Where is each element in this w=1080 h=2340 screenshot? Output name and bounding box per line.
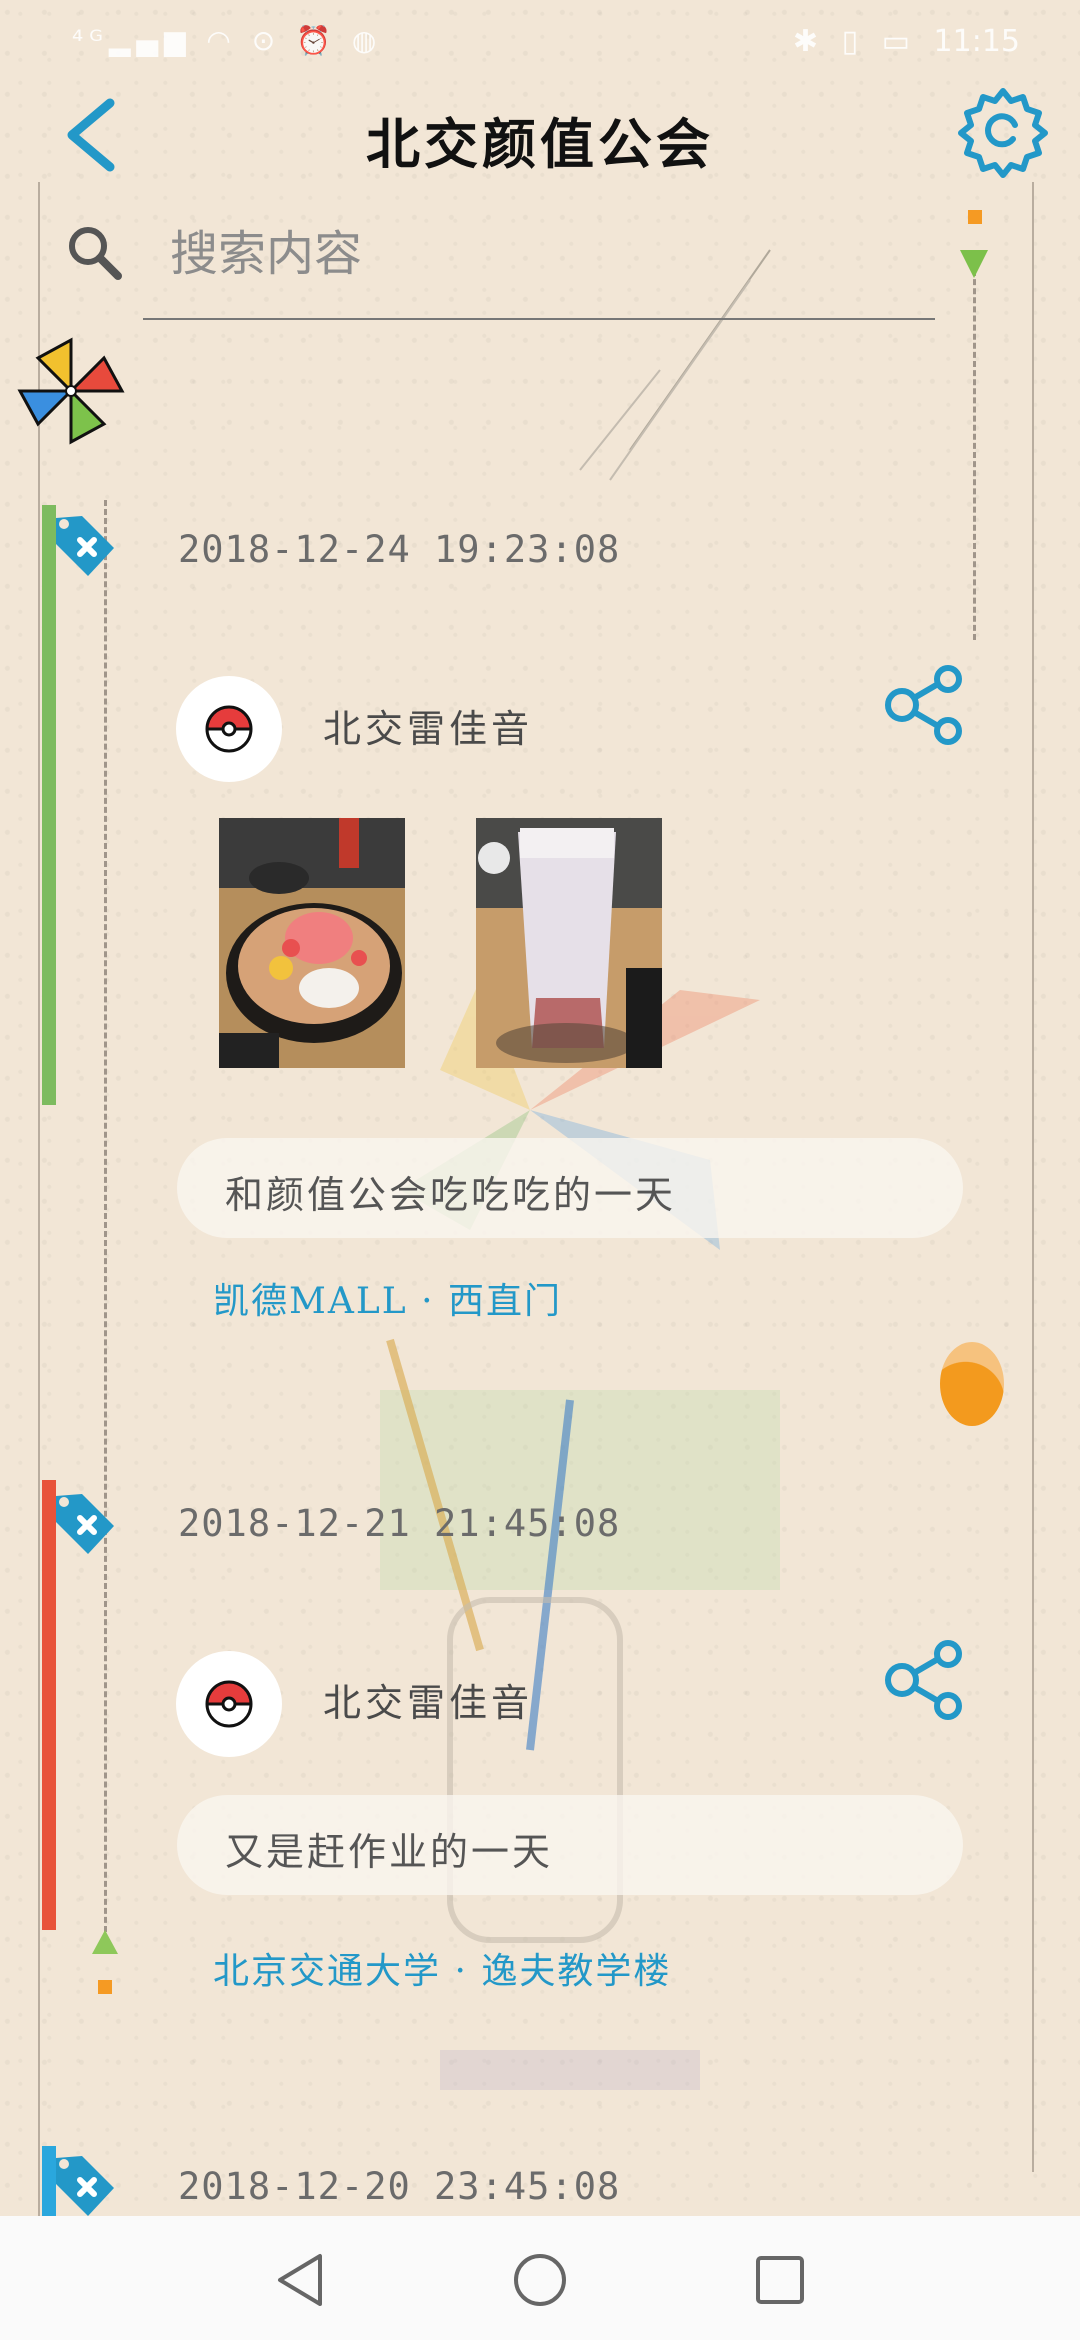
post-date: 2018-12-24 19:23:08 [178,528,621,571]
vibrate-icon: ▯ [841,24,859,59]
battery-icon: ▭ [881,24,910,59]
orange-decoration [940,1342,1004,1426]
status-icons-left: ⁴ᴳ▂▄▆ ◠ ⊙ ⏰ ◍ [72,24,383,57]
page-title: 北交颜值公会 [366,112,714,176]
delete-tag-button[interactable] [48,1488,120,1560]
system-nav-bar [0,2216,1080,2340]
pinwheel-icon [17,337,125,445]
bluetooth-icon: ✱ [792,24,819,59]
pokeball-icon [205,705,253,753]
nav-recents-button[interactable] [750,2250,810,2310]
orange-marker-bottom [98,1980,112,1994]
timeline-bar-green [42,505,56,1105]
username[interactable]: 北交雷佳音 [323,698,533,753]
timeline-dashed-line [104,500,107,1950]
delete-tag-button[interactable] [48,510,120,582]
username[interactable]: 北交雷佳音 [323,1672,533,1727]
share-icon[interactable] [884,663,968,747]
green-marker-bottom [92,1930,118,1954]
nav-home-button[interactable] [510,2250,570,2310]
avatar[interactable] [176,1651,282,1757]
right-dashed-line [973,270,976,640]
frame-line-left [38,182,40,2216]
search-icon[interactable] [64,222,124,282]
post-date: 2018-12-20 23:45:08 [178,2165,621,2208]
pokeball-icon [205,1680,253,1728]
status-icons-right: ✱ ▯ ▭ 11:15 [779,24,1020,59]
dessert-photo[interactable] [219,818,405,1068]
delete-tag-button[interactable] [48,2150,120,2222]
green-marker-top [960,250,988,278]
search-input[interactable] [168,222,932,286]
milk-tea-photo[interactable] [476,818,662,1068]
nav-back-button[interactable] [270,2250,330,2310]
post-content: 又是赶作业的一天 [225,1830,554,1874]
search-underline [143,318,935,320]
settings-gear-icon[interactable] [955,85,1051,181]
post-content-bubble: 又是赶作业的一天 [177,1795,963,1895]
post-content-bubble: 和颜值公会吃吃吃的一天 [177,1138,963,1238]
post-date: 2018-12-21 21:45:08 [178,1502,621,1545]
status-bar: ⁴ᴳ▂▄▆ ◠ ⊙ ⏰ ◍ ✱ ▯ ▭ 11:15 [0,0,1080,90]
status-time: 11:15 [933,24,1020,59]
frame-line-right [1032,182,1034,2172]
post-location[interactable]: 北京交通大学 · 逸夫教学楼 [213,1942,671,1994]
avatar[interactable] [176,676,282,782]
orange-marker-top [968,210,982,224]
post-content: 和颜值公会吃吃吃的一天 [225,1173,677,1217]
post-location[interactable]: 凯德MALL · 西直门 [213,1272,562,1324]
share-icon[interactable] [884,1638,968,1722]
